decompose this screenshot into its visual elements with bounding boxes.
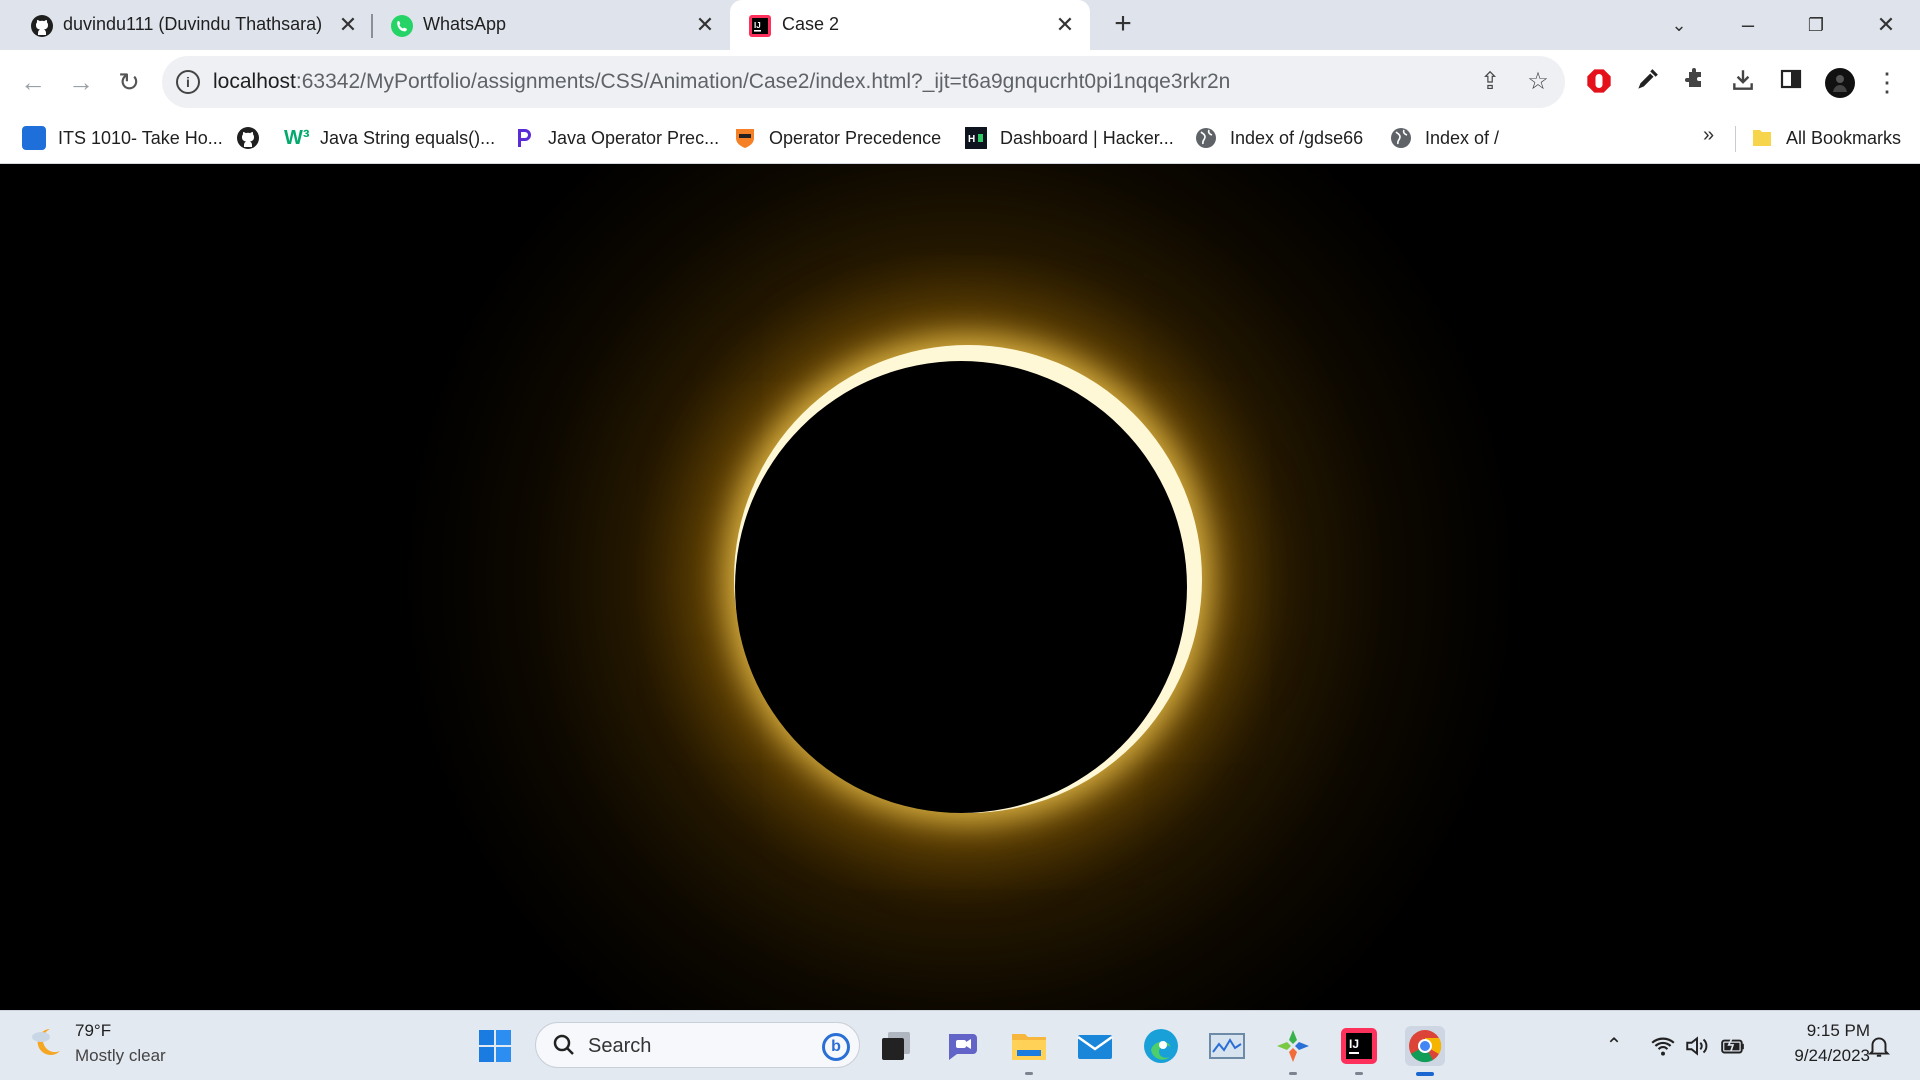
github-icon <box>237 127 259 149</box>
notifications-icon[interactable] <box>1866 1033 1892 1059</box>
taskbar-search-box[interactable]: Search b <box>535 1022 860 1068</box>
chrome-icon[interactable] <box>1405 1026 1445 1066</box>
minimize-button[interactable]: – <box>1733 10 1763 40</box>
bookmark-label: Index of / <box>1425 127 1500 148</box>
eyedropper-extension-icon[interactable] <box>1632 67 1662 97</box>
running-indicator <box>1355 1072 1363 1075</box>
bookmark-item[interactable]: Java Operator Prec... <box>512 124 719 152</box>
address-bar[interactable]: i localhost:63342/MyPortfolio/assignment… <box>162 56 1565 108</box>
search-label: Search <box>588 1035 652 1057</box>
file-explorer-icon[interactable] <box>1009 1026 1049 1066</box>
weather-description: Mostly clear <box>75 1046 166 1065</box>
volume-icon[interactable] <box>1684 1033 1710 1059</box>
close-window-button[interactable]: ✕ <box>1871 10 1901 40</box>
bookmark-label: Java Operator Prec... <box>548 127 720 148</box>
bookmarks-bar: ITS 1010- Take Ho... W³ Java String equa… <box>0 114 1920 164</box>
tab-title: duvindu111 (Duvindu Thathsara) <box>63 14 323 34</box>
github-icon <box>31 15 53 37</box>
browser-menu-icon[interactable]: ⋮ <box>1872 67 1902 97</box>
tab-whatsapp[interactable]: WhatsApp ✕ <box>360 0 730 50</box>
page-viewport <box>0 164 1920 1010</box>
close-tab-icon[interactable]: ✕ <box>694 14 716 36</box>
tab-title: WhatsApp <box>423 14 507 34</box>
close-tab-icon[interactable]: ✕ <box>1054 14 1076 36</box>
clock-time: 9:15 PM <box>1806 1021 1870 1040</box>
moon-cloud-icon <box>32 1029 60 1055</box>
download-icon[interactable] <box>1728 67 1758 97</box>
intellij-idea-icon[interactable]: IJ <box>1339 1026 1379 1066</box>
tab-search-chevron-icon[interactable]: ⌄ <box>1664 10 1694 40</box>
bing-icon[interactable]: b <box>822 1033 850 1061</box>
bookmark-item[interactable]: Index of /gdse66 <box>1194 124 1363 152</box>
tab-strip: duvindu111 (Duvindu Thathsara) ✕ WhatsAp… <box>0 0 1920 50</box>
bookmark-label: Java String equals()... <box>320 127 496 148</box>
new-tab-button[interactable]: + <box>1108 9 1138 40</box>
bookmark-star-icon[interactable]: ☆ <box>1523 67 1553 97</box>
teams-chat-icon[interactable] <box>943 1026 983 1066</box>
bookmark-label: All Bookmarks <box>1786 127 1902 148</box>
snipping-tool-icon[interactable] <box>1273 1026 1313 1066</box>
share-icon[interactable]: ⇪ <box>1475 67 1505 97</box>
restore-button[interactable]: ❐ <box>1801 10 1831 40</box>
performance-monitor-icon[interactable] <box>1207 1026 1247 1066</box>
svg-text:IJ: IJ <box>1349 1037 1359 1051</box>
globe-icon <box>1196 128 1216 148</box>
site-info-icon[interactable]: i <box>176 70 200 94</box>
programiz-icon <box>518 129 531 147</box>
profile-avatar[interactable] <box>1824 67 1855 98</box>
weather-temperature: 79°F <box>75 1021 112 1040</box>
active-app-indicator <box>1416 1072 1434 1076</box>
bookmark-item[interactable] <box>236 124 272 152</box>
running-indicator <box>1289 1072 1297 1075</box>
folder-icon <box>1753 130 1771 146</box>
bookmark-item[interactable]: ITS 1010- Take Ho... <box>22 124 223 152</box>
task-view-icon[interactable] <box>876 1026 916 1066</box>
clock-date: 9/24/2023 <box>1794 1046 1870 1065</box>
bookmark-item[interactable]: H Dashboard | Hacker... <box>964 124 1174 152</box>
extensions-puzzle-icon[interactable] <box>1680 67 1710 97</box>
show-hidden-icons-chevron-icon[interactable]: ⌃ <box>1601 1033 1627 1059</box>
wifi-icon[interactable] <box>1650 1033 1676 1059</box>
princeton-icon <box>736 129 754 148</box>
tab-case-2[interactable]: IJ Case 2 ✕ <box>730 0 1090 50</box>
running-indicator <box>1025 1072 1033 1075</box>
back-button[interactable]: ← <box>18 67 48 97</box>
hackerrank-icon: H <box>965 127 987 149</box>
reload-button[interactable]: ↻ <box>114 67 144 97</box>
edge-icon[interactable] <box>1141 1026 1181 1066</box>
mail-icon[interactable] <box>1075 1026 1115 1066</box>
bookmarks-divider <box>1735 126 1736 152</box>
whatsapp-icon <box>391 15 413 37</box>
forward-button[interactable]: → <box>66 67 96 97</box>
w3schools-icon: W³ <box>284 127 310 149</box>
classroom-icon <box>22 126 46 150</box>
url-host: localhost <box>213 70 296 93</box>
url-text[interactable]: localhost:63342/MyPortfolio/assignments/… <box>213 70 1230 94</box>
adblock-extension-icon[interactable] <box>1584 67 1614 97</box>
url-path: :63342/MyPortfolio/assignments/CSS/Anima… <box>295 70 1231 93</box>
bookmark-label: Operator Precedence <box>769 127 942 148</box>
svg-text:IJ: IJ <box>754 21 761 30</box>
globe-icon <box>1391 128 1411 148</box>
all-bookmarks-folder[interactable]: All Bookmarks <box>1750 124 1901 152</box>
windows-start-icon[interactable] <box>475 1026 515 1066</box>
browser-toolbar: ← → ↻ i localhost:63342/MyPortfolio/assi… <box>0 50 1920 114</box>
windows-taskbar: 79°F Mostly clear Search b IJ ⌃ 9:15 PM … <box>0 1010 1920 1080</box>
bookmark-label: Dashboard | Hacker... <box>1000 127 1174 148</box>
bookmark-label: Index of /gdse66 <box>1230 127 1364 148</box>
search-icon <box>553 1034 574 1055</box>
tab-github[interactable]: duvindu111 (Duvindu Thathsara) ✕ <box>0 0 370 50</box>
close-tab-icon[interactable]: ✕ <box>337 14 359 36</box>
side-panel-icon[interactable] <box>1776 67 1806 97</box>
bookmark-item[interactable]: Index of / <box>1389 124 1499 152</box>
intellij-icon: IJ <box>749 15 771 37</box>
bookmark-item[interactable]: Operator Precedence <box>733 124 941 152</box>
eclipse-moon-disc <box>735 361 1187 813</box>
battery-charging-icon[interactable] <box>1720 1033 1746 1059</box>
svg-text:H: H <box>968 134 975 145</box>
bookmark-item[interactable]: W³ Java String equals()... <box>284 124 495 152</box>
more-bookmarks-button[interactable]: » <box>1703 124 1714 147</box>
bookmark-label: ITS 1010- Take Ho... <box>58 127 223 148</box>
tab-title: Case 2 <box>782 14 840 34</box>
